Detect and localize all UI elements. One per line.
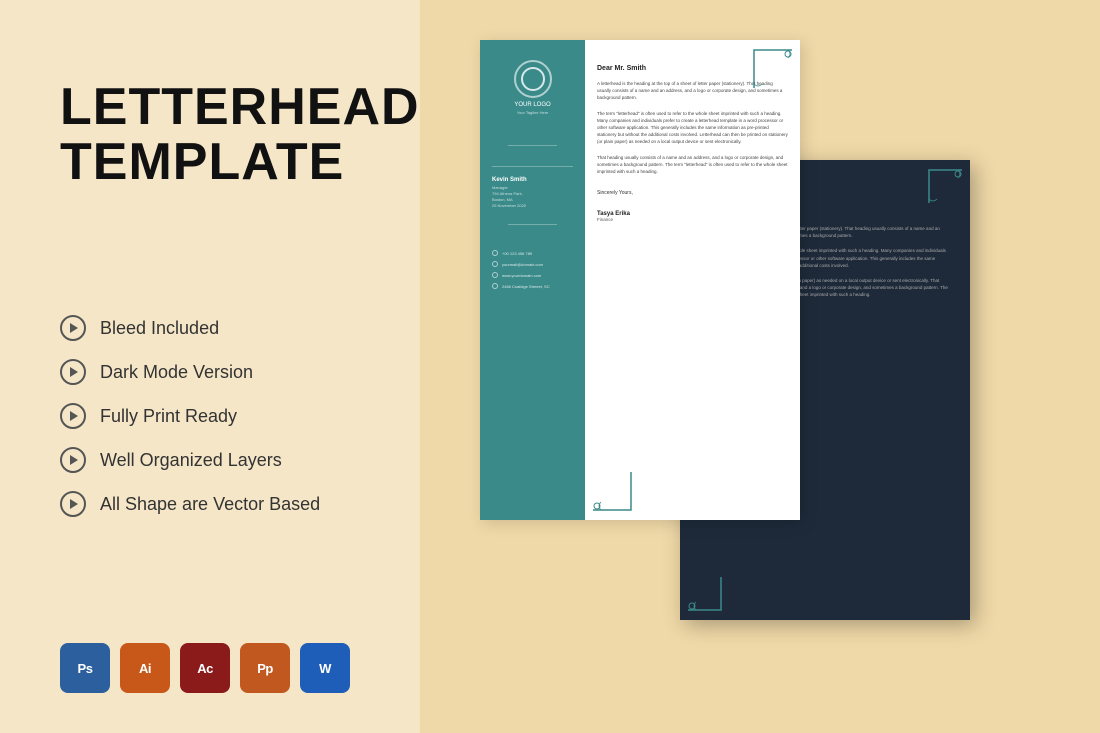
sidebar-divider-mid (508, 224, 557, 225)
sidebar-divider-top (508, 145, 557, 146)
powerpoint-icon: Pp (240, 643, 290, 693)
contact-phone: +00 123 456 789 (502, 251, 532, 256)
features-list: Bleed Included Dark Mode Version Fully P… (60, 315, 380, 517)
software-icons: Ps Ai Ac Pp W (60, 643, 380, 693)
acrobat-icon: Ac (180, 643, 230, 693)
letter-sidebar: YOUR LOGO Your Tagline Here Kevin Smith … (480, 40, 585, 520)
contact-info: +00 123 456 789 yourmail@domain.com www.… (492, 250, 573, 294)
illustrator-icon: Ai (120, 643, 170, 693)
contact-email-icon (492, 261, 498, 267)
play-icon-vector (60, 491, 86, 517)
sender-addr1: 794 Athena Park, (492, 191, 573, 196)
sender-info: Kevin Smith Manager 794 Athena Park, Bos… (492, 166, 573, 209)
feature-print-text: Fully Print Ready (100, 406, 237, 427)
sender-date: 25 November 2020 (492, 203, 573, 208)
letter-role-light: Finance (597, 217, 788, 222)
logo-tagline: Your Tagline Here (517, 110, 549, 115)
sender-addr2: Boston, MA (492, 197, 573, 202)
play-icon-dark (60, 359, 86, 385)
feature-layers: Well Organized Layers (60, 447, 380, 473)
right-panel: YOUR LOGO Your Tagline Here Kevin Smith … (420, 0, 1100, 733)
feature-print: Fully Print Ready (60, 403, 380, 429)
feature-vector: All Shape are Vector Based (60, 491, 380, 517)
letter-body-light: Dear Mr. Smith A letterhead is the headi… (585, 40, 800, 520)
contact-web-row: www.yourdomain.com (492, 272, 573, 278)
play-icon-bleed (60, 315, 86, 341)
feature-dark: Dark Mode Version (60, 359, 380, 385)
logo-inner (521, 67, 545, 91)
corner-ornament-top-right (752, 48, 792, 88)
contact-phone-row: +00 123 456 789 (492, 250, 573, 256)
contact-phone-icon (492, 250, 498, 256)
corner-ornament-bottom-left (593, 472, 633, 512)
contact-web: www.yourdomain.com (502, 273, 541, 278)
contact-address: 2466 Coalidge Streeet, SC (502, 284, 550, 289)
play-icon-print (60, 403, 86, 429)
letter-closing-light: Sincerely Yours, (597, 190, 788, 196)
letter-para2-light: The term "letterhead" is often used to r… (597, 110, 788, 146)
contact-address-icon (492, 283, 498, 289)
corner-ornament-bottom-left-dark (688, 577, 723, 612)
word-icon: W (300, 643, 350, 693)
feature-bleed-text: Bleed Included (100, 318, 219, 339)
logo-circle (514, 60, 552, 98)
main-title: LETTERHEAD TEMPLATE (60, 80, 380, 189)
contact-email: yourmail@domain.com (502, 262, 543, 267)
feature-vector-text: All Shape are Vector Based (100, 494, 320, 515)
letter-light: YOUR LOGO Your Tagline Here Kevin Smith … (480, 40, 800, 520)
contact-email-row: yourmail@domain.com (492, 261, 573, 267)
left-panel: LETTERHEAD TEMPLATE Bleed Included Dark … (0, 0, 420, 733)
letter-para3-light: That heading usually consists of a name … (597, 154, 788, 176)
title-section: LETTERHEAD TEMPLATE (60, 80, 380, 189)
feature-dark-text: Dark Mode Version (100, 362, 253, 383)
feature-bleed: Bleed Included (60, 315, 380, 341)
sender-title: Manager (492, 185, 573, 190)
play-icon-layers (60, 447, 86, 473)
feature-layers-text: Well Organized Layers (100, 450, 282, 471)
logo-text: YOUR LOGO (514, 102, 550, 108)
corner-ornament-top-right-dark (927, 168, 962, 203)
contact-address-row: 2466 Coalidge Streeet, SC (492, 283, 573, 289)
sender-name: Kevin Smith (492, 177, 573, 183)
contact-web-icon (492, 272, 498, 278)
photoshop-icon: Ps (60, 643, 110, 693)
